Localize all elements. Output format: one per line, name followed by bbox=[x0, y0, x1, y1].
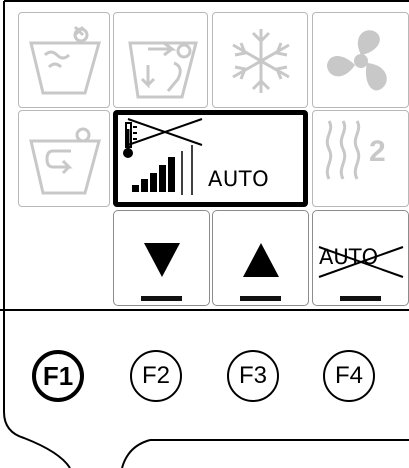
function-key-f1[interactable]: F1 bbox=[32, 350, 84, 402]
down-arrow-icon bbox=[144, 243, 180, 277]
up-arrow-icon bbox=[243, 243, 279, 277]
ac-tile[interactable] bbox=[212, 12, 308, 108]
seat-heat-icon bbox=[325, 120, 361, 180]
button-indicator-bar bbox=[141, 296, 182, 301]
button-indicator-bar bbox=[340, 296, 381, 301]
seat-heat-level-badge: 2 bbox=[369, 135, 386, 168]
fan-icon bbox=[327, 30, 387, 91]
auto-strike-icon bbox=[127, 118, 203, 146]
auto-button[interactable]: AUTO bbox=[312, 210, 409, 306]
fan-tile[interactable] bbox=[312, 12, 409, 108]
seat-heat-tile[interactable]: 2 bbox=[312, 110, 409, 207]
button-indicator-bar bbox=[240, 296, 281, 301]
windshield-defrost-icon bbox=[29, 25, 101, 95]
auto-mode-indicator: AUTO bbox=[208, 167, 270, 191]
function-key-f2[interactable]: F2 bbox=[130, 350, 182, 402]
function-key-f3[interactable]: F3 bbox=[227, 350, 279, 402]
temperature-display: AUTO bbox=[113, 110, 308, 207]
auto-button-label: AUTO bbox=[319, 245, 379, 269]
snowflake-icon bbox=[232, 29, 290, 93]
recirculation-icon bbox=[29, 127, 101, 195]
airflow-body-feet-icon bbox=[128, 41, 198, 99]
recirculation-tile[interactable] bbox=[18, 110, 110, 207]
temperature-up-button[interactable] bbox=[212, 210, 309, 306]
temperature-down-button[interactable] bbox=[113, 210, 210, 306]
climate-control-panel: AUTO 2 AUTO F1 F2 F3 F4 bbox=[0, 0, 409, 468]
defrost-tile[interactable] bbox=[18, 12, 110, 108]
airflow-tile[interactable] bbox=[113, 12, 208, 108]
temperature-level-bars bbox=[132, 157, 175, 192]
function-key-f4[interactable]: F4 bbox=[323, 350, 375, 402]
